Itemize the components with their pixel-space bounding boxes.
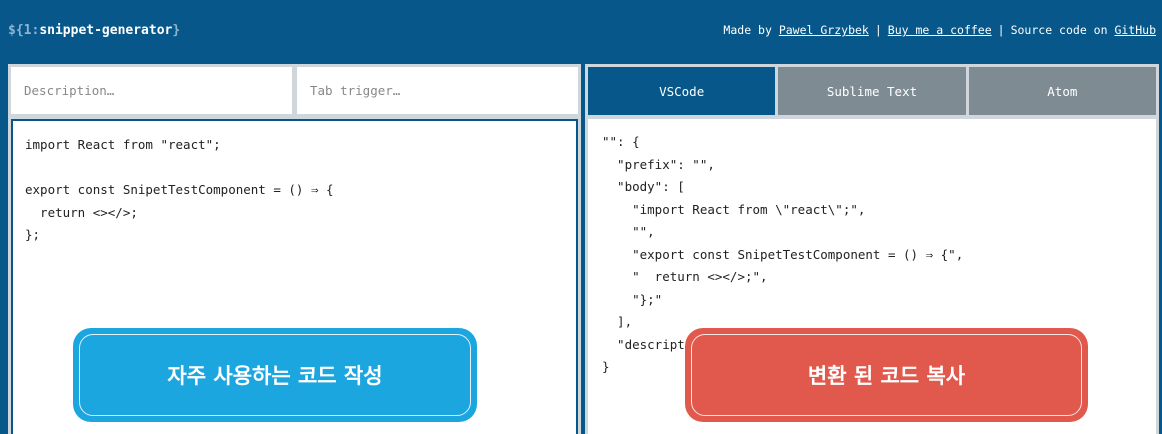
copy-code-callout: 변환 된 코드 복사 — [685, 328, 1088, 422]
buy-coffee-link[interactable]: Buy me a coffee — [888, 23, 992, 37]
write-code-callout: 자주 사용하는 코드 작성 — [73, 328, 477, 422]
tab-trigger-input[interactable] — [297, 67, 578, 114]
editor-tabs: VSCode Sublime Text Atom — [588, 67, 1156, 115]
separator: | — [997, 23, 1005, 37]
logo-suffix: } — [172, 22, 181, 38]
write-code-callout-label: 자주 사용하는 코드 작성 — [79, 334, 471, 416]
github-link[interactable]: GitHub — [1114, 23, 1156, 37]
copy-code-callout-label: 변환 된 코드 복사 — [691, 334, 1082, 416]
logo-name: snippet-generator — [39, 22, 173, 38]
made-by-label: Made by — [723, 23, 772, 37]
description-input[interactable] — [11, 67, 292, 114]
app-logo[interactable]: ${1: snippet-generator} — [8, 23, 180, 38]
source-code-label: Source code on — [1010, 23, 1108, 37]
logo-prefix: ${1: — [8, 22, 40, 38]
tab-sublime-text[interactable]: Sublime Text — [778, 67, 966, 115]
snippet-meta-inputs — [11, 67, 578, 114]
credits: Made by Pawel Grzybek | Buy me a coffee … — [723, 23, 1156, 37]
author-link[interactable]: Pawel Grzybek — [779, 23, 869, 37]
separator: | — [874, 23, 882, 37]
tab-atom[interactable]: Atom — [968, 67, 1156, 115]
top-bar: ${1: snippet-generator} Made by Pawel Grz… — [0, 0, 1162, 60]
tab-vscode[interactable]: VSCode — [588, 67, 776, 115]
